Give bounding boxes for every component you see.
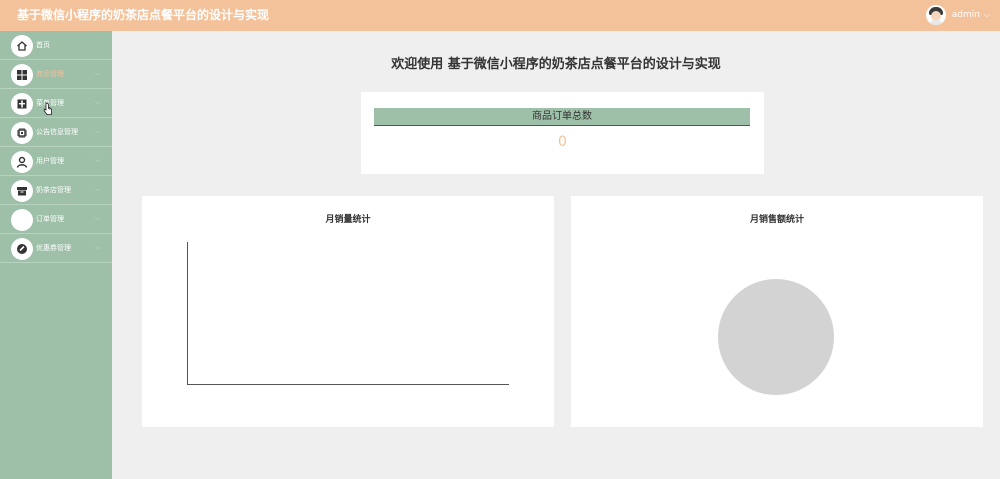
order-icon: [11, 209, 33, 231]
sidebar-item-users[interactable]: 用户管理 ⌵: [0, 147, 112, 176]
sidebar: 首页 商品管理 ⌵ 菜单管理 ⌵ 公告信息管理 ⌵ 用户管理 ⌵ 奶茶店管理 ⌵: [0, 31, 112, 479]
grid-icon: [11, 64, 33, 86]
sidebar-item-label: 订单管理: [36, 215, 64, 223]
username[interactable]: admin: [952, 10, 980, 20]
chevron-down-icon[interactable]: ⌵: [984, 10, 990, 20]
order-total-card: 商品订单总数 0: [361, 92, 764, 174]
order-total-value: 0: [558, 134, 567, 150]
home-icon: [11, 35, 33, 57]
sidebar-item-notices[interactable]: 公告信息管理 ⌵: [0, 118, 112, 147]
monthly-sales-chart-card: 月销量统计: [142, 196, 554, 427]
sidebar-item-products[interactable]: 商品管理 ⌵: [0, 60, 112, 89]
top-bar: 基于微信小程序的奶茶店点餐平台的设计与实现 admin ⌵: [0, 0, 1000, 31]
sidebar-item-home[interactable]: 首页: [0, 31, 112, 60]
chevron-down-icon: ⌵: [95, 127, 101, 135]
chip-icon: [11, 122, 33, 144]
chevron-down-icon: ⌵: [95, 156, 101, 164]
sidebar-item-label: 奶茶店管理: [36, 186, 71, 194]
chevron-down-icon: ⌵: [95, 98, 101, 106]
avatar[interactable]: [925, 5, 946, 25]
user-menu[interactable]: admin ⌵: [925, 4, 990, 26]
monthly-revenue-chart: [718, 279, 834, 395]
pointer-cursor-icon: [43, 102, 52, 115]
monthly-revenue-chart-card: 月销售额统计: [571, 196, 983, 427]
user-icon: [11, 151, 33, 173]
sidebar-item-label: 首页: [36, 41, 50, 49]
sidebar-item-menu[interactable]: 菜单管理 ⌵: [0, 89, 112, 118]
sidebar-item-label: 用户管理: [36, 157, 64, 165]
sidebar-item-label: 公告信息管理: [36, 128, 78, 136]
chevron-down-icon: ⌵: [95, 69, 101, 77]
sidebar-item-label: 优惠券管理: [36, 244, 71, 252]
monthly-sales-chart: [187, 242, 509, 385]
empty-pie: [718, 279, 834, 395]
welcome-heading: 欢迎使用 基于微信小程序的奶茶店点餐平台的设计与实现: [391, 57, 721, 72]
chevron-down-icon: ⌵: [95, 185, 101, 193]
menu-icon: [11, 93, 33, 115]
store-icon: [11, 180, 33, 202]
sidebar-item-label: 商品管理: [36, 70, 64, 78]
sidebar-item-orders[interactable]: 订单管理 ⌵: [0, 205, 112, 234]
sidebar-item-stores[interactable]: 奶茶店管理 ⌵: [0, 176, 112, 205]
chevron-down-icon: ⌵: [95, 214, 101, 222]
order-total-label: 商品订单总数: [374, 108, 750, 126]
chevron-down-icon: ⌵: [95, 243, 101, 251]
sidebar-item-coupons[interactable]: 优惠券管理 ⌵: [0, 234, 112, 263]
app-title: 基于微信小程序的奶茶店点餐平台的设计与实现: [17, 8, 270, 22]
coupon-icon: [11, 238, 33, 260]
